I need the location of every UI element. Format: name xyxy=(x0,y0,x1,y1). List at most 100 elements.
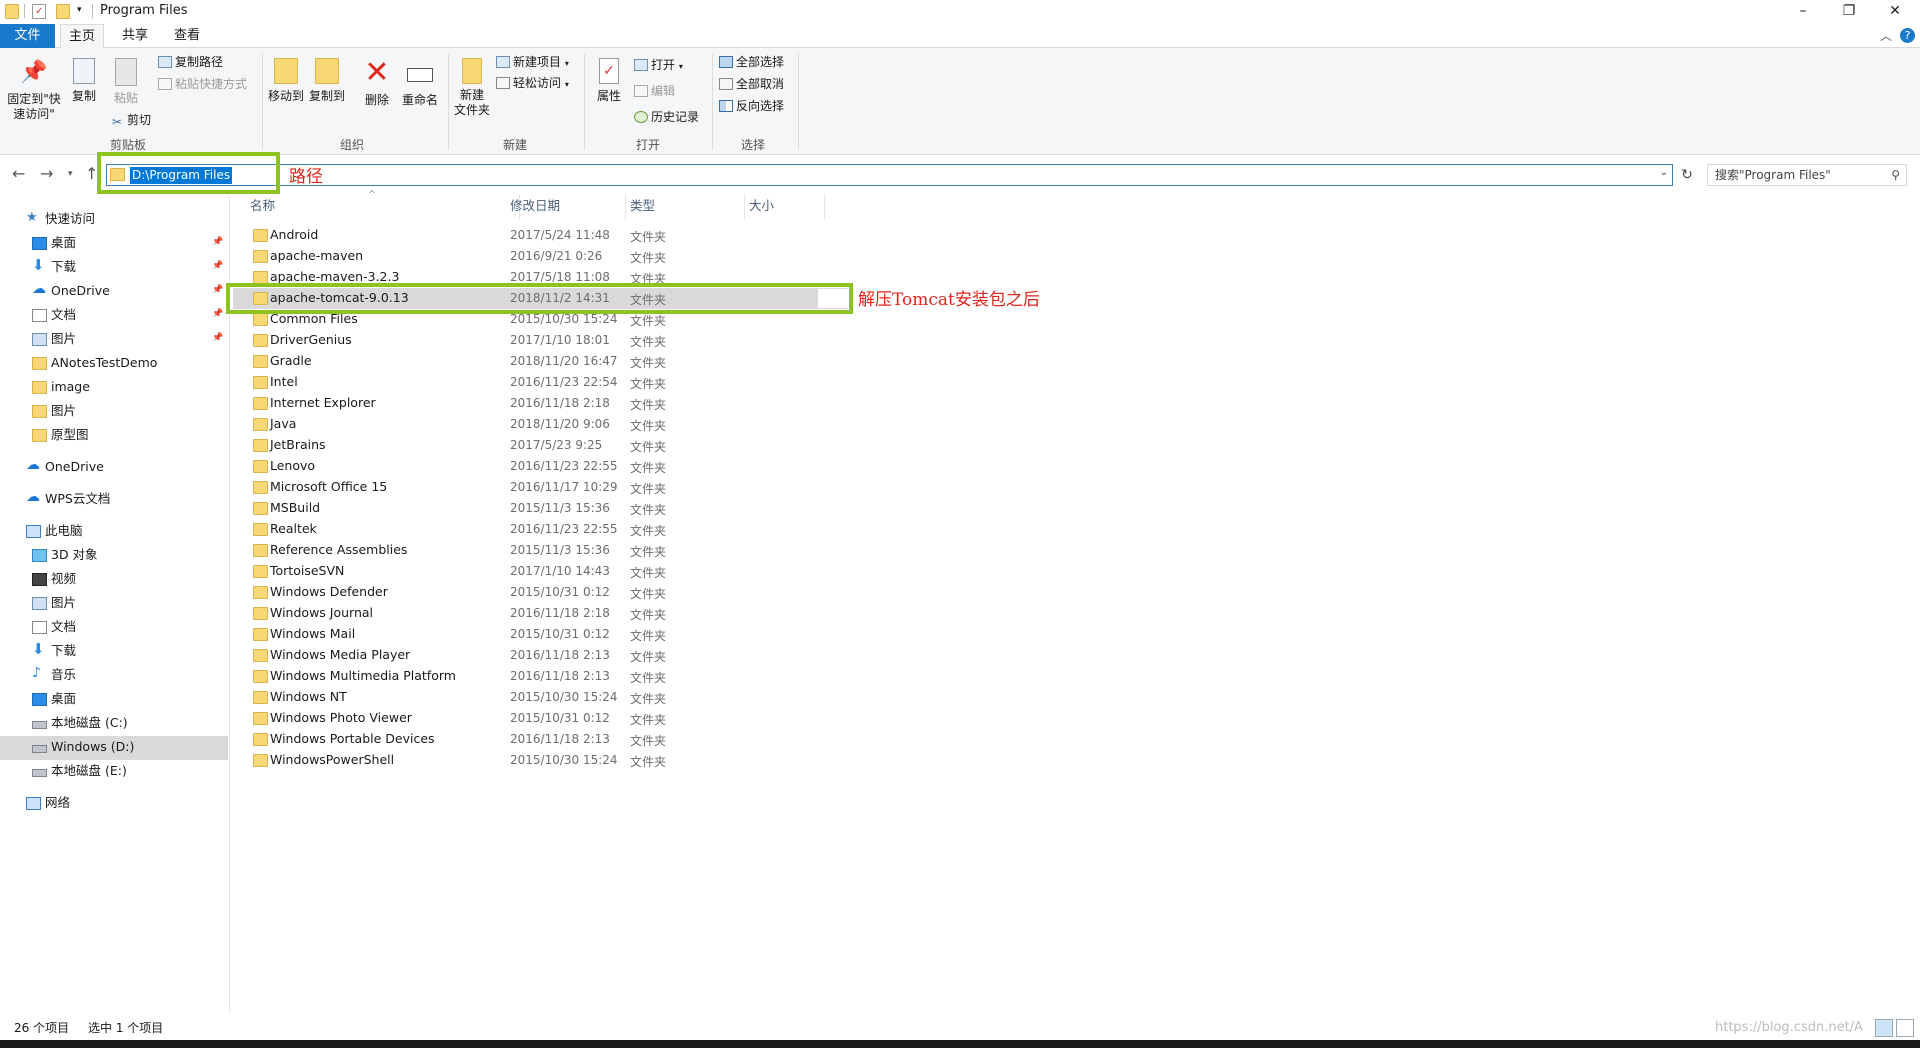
history-button[interactable]: 历史记录 xyxy=(634,108,699,126)
file-name: apache-maven-3.2.3 xyxy=(270,269,400,284)
window-title: Program Files xyxy=(100,3,188,18)
file-row[interactable]: Windows Multimedia Platform 2016/11/18 2:… xyxy=(233,666,848,687)
column-header-size[interactable]: 大小 xyxy=(745,194,825,220)
file-row[interactable]: Lenovo 2016/11/23 22:55 文件夹 xyxy=(233,456,848,477)
file-row[interactable]: Realtek 2016/11/23 22:55 文件夹 xyxy=(233,519,848,540)
nav-item-label: 此电脑 xyxy=(45,523,83,538)
properties-button[interactable]: ✓ 属性 xyxy=(590,58,628,104)
drive-icon xyxy=(32,769,47,777)
file-name: Windows Portable Devices xyxy=(270,731,435,746)
collapse-ribbon-icon[interactable]: ︿ xyxy=(1880,27,1892,44)
file-row[interactable]: Reference Assemblies 2015/11/3 15:36 文件夹 xyxy=(233,540,848,561)
details-view-icon[interactable] xyxy=(1875,1019,1893,1037)
column-header-modified[interactable]: 修改日期 xyxy=(506,194,626,220)
nav-item-label: 图片 xyxy=(51,331,77,346)
new-folder-button[interactable]: 新建 文件夹 xyxy=(450,58,494,118)
file-row[interactable]: JetBrains 2017/5/23 9:25 文件夹 xyxy=(233,435,848,456)
help-icon[interactable]: ? xyxy=(1900,28,1915,43)
pin-icon[interactable]: 📌 xyxy=(212,237,223,247)
new-item-label: 新建项目 xyxy=(513,55,562,69)
file-row[interactable]: Android 2017/5/24 11:48 文件夹 xyxy=(233,225,848,246)
back-arrow-icon[interactable]: ← xyxy=(12,164,25,183)
file-row[interactable]: WindowsPowerShell 2015/10/30 15:24 文件夹 xyxy=(233,750,848,771)
copy-to-button[interactable]: 复制到 xyxy=(306,58,348,104)
new-folder-quick-icon[interactable] xyxy=(56,4,70,19)
file-name: Microsoft Office 15 xyxy=(270,479,388,494)
file-row[interactable]: Windows Journal 2016/11/18 2:18 文件夹 xyxy=(233,603,848,624)
cut-button[interactable]: ✂ 剪切 xyxy=(110,111,151,129)
file-type: 文件夹 xyxy=(630,650,667,664)
path-annotation: 路径 xyxy=(289,167,323,187)
nav-item-label: 下载 xyxy=(51,643,77,658)
pin-icon[interactable]: 📌 xyxy=(212,261,223,271)
address-dropdown-icon[interactable]: ⌄ xyxy=(1660,167,1668,178)
file-row[interactable]: Windows Mail 2015/10/31 0:12 文件夹 xyxy=(233,624,848,645)
refresh-icon[interactable]: ↻ xyxy=(1677,164,1697,186)
file-row[interactable]: Windows NT 2015/10/30 15:24 文件夹 xyxy=(233,687,848,708)
file-name: DriverGenius xyxy=(270,332,352,347)
move-to-button[interactable]: 移动到 xyxy=(266,58,306,104)
music-icon: ♪ xyxy=(32,665,41,681)
select-all-button[interactable]: 全部选择 xyxy=(719,53,784,71)
new-folder-label: 新建 文件夹 xyxy=(453,88,490,117)
close-button[interactable]: ✕ xyxy=(1872,0,1918,24)
large-icons-view-icon[interactable] xyxy=(1896,1019,1914,1037)
edit-button[interactable]: 编辑 xyxy=(634,82,675,100)
file-row[interactable]: Windows Defender 2015/10/31 0:12 文件夹 xyxy=(233,582,848,603)
file-row[interactable]: Intel 2016/11/23 22:54 文件夹 xyxy=(233,372,848,393)
pin-quick-access-button[interactable]: 📌 固定到"快速访问" xyxy=(4,58,64,122)
file-row[interactable]: Java 2018/11/20 9:06 文件夹 xyxy=(233,414,848,435)
divider xyxy=(24,4,25,18)
column-header-name[interactable]: 名称 xyxy=(246,194,520,220)
select-none-button[interactable]: 全部取消 xyxy=(719,75,784,93)
tab-home[interactable]: 主页 xyxy=(60,24,104,49)
file-type: 文件夹 xyxy=(630,692,667,706)
copy-path-button[interactable]: 复制路径 xyxy=(158,53,223,71)
tab-file[interactable]: 文件 xyxy=(0,24,55,48)
group-open-label: 打开 xyxy=(636,138,661,152)
easy-access-button[interactable]: 轻松访问 ▾ xyxy=(496,74,569,92)
file-row[interactable]: DriverGenius 2017/1/10 18:01 文件夹 xyxy=(233,330,848,351)
file-row[interactable]: Microsoft Office 15 2016/11/17 10:29 文件夹 xyxy=(233,477,848,498)
file-row[interactable]: TortoiseSVN 2017/1/10 14:43 文件夹 xyxy=(233,561,848,582)
file-type: 文件夹 xyxy=(630,503,667,517)
file-type: 文件夹 xyxy=(630,251,667,265)
file-row[interactable]: apache-maven 2016/9/21 0:26 文件夹 xyxy=(233,246,848,267)
invert-select-label: 反向选择 xyxy=(736,99,785,113)
document-icon xyxy=(32,309,47,322)
file-name: Realtek xyxy=(270,521,317,536)
column-header-type[interactable]: 类型 xyxy=(626,194,745,220)
open-button[interactable]: 打开 ▾ xyxy=(634,56,683,74)
file-row[interactable]: Gradle 2018/11/20 16:47 文件夹 xyxy=(233,351,848,372)
nav-item-label: WPS云文档 xyxy=(45,491,111,506)
file-row[interactable]: Internet Explorer 2016/11/18 2:18 文件夹 xyxy=(233,393,848,414)
file-name: Windows Journal xyxy=(270,605,374,620)
search-input[interactable]: 搜索"Program Files" ⚲ xyxy=(1707,164,1907,186)
tab-share[interactable]: 共享 xyxy=(112,24,158,48)
address-bar[interactable]: ⌄ xyxy=(106,164,1673,186)
customize-quick-access-icon[interactable]: ▾ xyxy=(77,5,82,15)
copy-button[interactable]: 复制 xyxy=(66,58,102,104)
new-item-button[interactable]: 新建项目 ▾ xyxy=(496,53,569,71)
paste-button[interactable]: 粘贴 xyxy=(108,58,144,106)
rename-button[interactable]: 重命名 xyxy=(398,58,442,108)
properties-quick-icon[interactable]: ✓ xyxy=(32,4,46,19)
nav-item-label: 文档 xyxy=(51,619,77,634)
minimize-button[interactable]: – xyxy=(1780,0,1826,24)
properties-label: 属性 xyxy=(596,89,621,103)
forward-arrow-icon[interactable]: → xyxy=(40,164,53,183)
file-row[interactable]: Windows Portable Devices 2016/11/18 2:13 文… xyxy=(233,729,848,750)
restore-button[interactable]: ❐ xyxy=(1826,0,1872,24)
recent-locations-icon[interactable]: ▾ xyxy=(68,169,73,179)
pin-icon[interactable]: 📌 xyxy=(212,333,223,343)
pin-icon[interactable]: 📌 xyxy=(212,309,223,319)
pin-icon[interactable]: 📌 xyxy=(212,285,223,295)
delete-button[interactable]: ✕ 删除 xyxy=(358,58,396,108)
file-row[interactable]: Windows Photo Viewer 2015/10/31 0:12 文件夹 xyxy=(233,708,848,729)
paste-shortcut-button[interactable]: 粘贴快捷方式 xyxy=(158,75,247,93)
copy-to-folder-icon xyxy=(315,58,339,84)
tab-view[interactable]: 查看 xyxy=(164,24,210,48)
invert-select-button[interactable]: 反向选择 xyxy=(719,97,784,115)
file-row[interactable]: Windows Media Player 2016/11/18 2:13 文件夹 xyxy=(233,645,848,666)
file-row[interactable]: MSBuild 2015/11/3 15:36 文件夹 xyxy=(233,498,848,519)
